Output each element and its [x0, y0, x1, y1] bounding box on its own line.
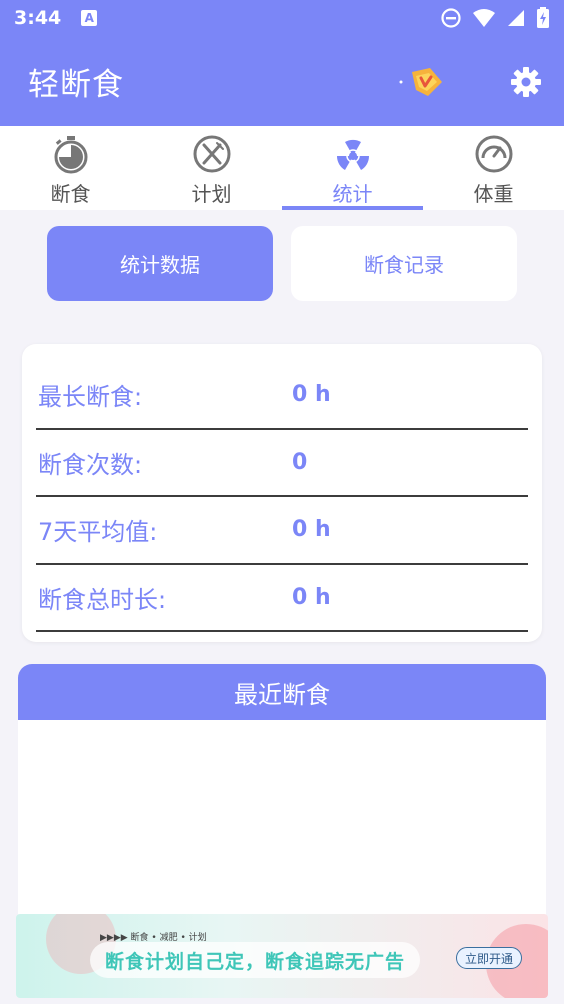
- tab-fasting[interactable]: 断食: [0, 126, 141, 210]
- app-bar: 轻断食: [0, 36, 564, 126]
- ad-main-text: 断食计划自己定，断食追踪无广告: [104, 950, 405, 973]
- stat-label: 7天平均值:: [38, 518, 158, 547]
- status-time: 3:44: [14, 7, 62, 29]
- stat-value: 0 h: [292, 584, 331, 610]
- tab-weight[interactable]: 体重: [423, 126, 564, 210]
- tab-bar: 断食 计划 统计 体重: [0, 126, 564, 210]
- stopwatch-icon: [54, 136, 87, 174]
- stat-row-longest: 最长断食: 0 h: [36, 362, 528, 430]
- recent-fasting-title: 最近断食: [18, 664, 546, 720]
- stat-label: 断食次数:: [38, 450, 143, 479]
- tab-weight-label: 体重: [473, 182, 514, 206]
- tab-plan[interactable]: 计划: [141, 126, 282, 210]
- status-bar: 3:44 A: [0, 0, 564, 36]
- stat-label: 最长断食:: [38, 383, 143, 412]
- status-icons: [440, 7, 550, 29]
- ad-cta-button[interactable]: 立即开通: [456, 947, 522, 969]
- tab-stats[interactable]: 统计: [282, 126, 423, 210]
- gauge-icon: [475, 135, 512, 173]
- tab-stats-label: 统计: [332, 182, 373, 206]
- stat-row-count: 断食次数: 0: [36, 430, 528, 497]
- stats-card: 最长断食: 0 h 断食次数: 0 7天平均值: 0 h 断食总时长: 0 h: [22, 344, 542, 642]
- stat-row-total-duration: 断食总时长: 0 h: [36, 565, 528, 632]
- tab-plan-label: 计划: [191, 182, 232, 206]
- stat-row-7day-average: 7天平均值: 0 h: [36, 497, 528, 565]
- stats-data-button[interactable]: 统计数据: [47, 226, 273, 301]
- fasting-records-button[interactable]: 断食记录: [291, 226, 517, 301]
- accessibility-a-icon: A: [81, 10, 98, 26]
- stat-value: 0 h: [292, 517, 331, 543]
- vip-crown-icon[interactable]: [398, 62, 448, 102]
- stat-value: 0: [292, 449, 308, 475]
- settings-gear-icon[interactable]: [508, 64, 544, 100]
- battery-icon: [537, 7, 549, 28]
- ad-banner[interactable]: ▶▶▶▶ 断食 • 减肥 • 计划 断食计划自己定，断食追踪无广告 立即开通: [16, 914, 548, 998]
- fork-knife-icon: [193, 135, 230, 173]
- wifi-icon: [473, 9, 495, 27]
- stat-label: 断食总时长:: [38, 585, 167, 614]
- stat-value: 0 h: [292, 382, 331, 408]
- tab-fasting-label: 断食: [50, 182, 91, 206]
- radiation-icon: [336, 139, 369, 170]
- app-title: 轻断食: [28, 66, 124, 103]
- do-not-disturb-icon: [441, 8, 461, 28]
- cell-signal-icon: [508, 10, 524, 26]
- recent-fasting-card: 最近断食: [18, 664, 546, 924]
- ad-main-box: 断食计划自己定，断食追踪无广告: [90, 942, 420, 978]
